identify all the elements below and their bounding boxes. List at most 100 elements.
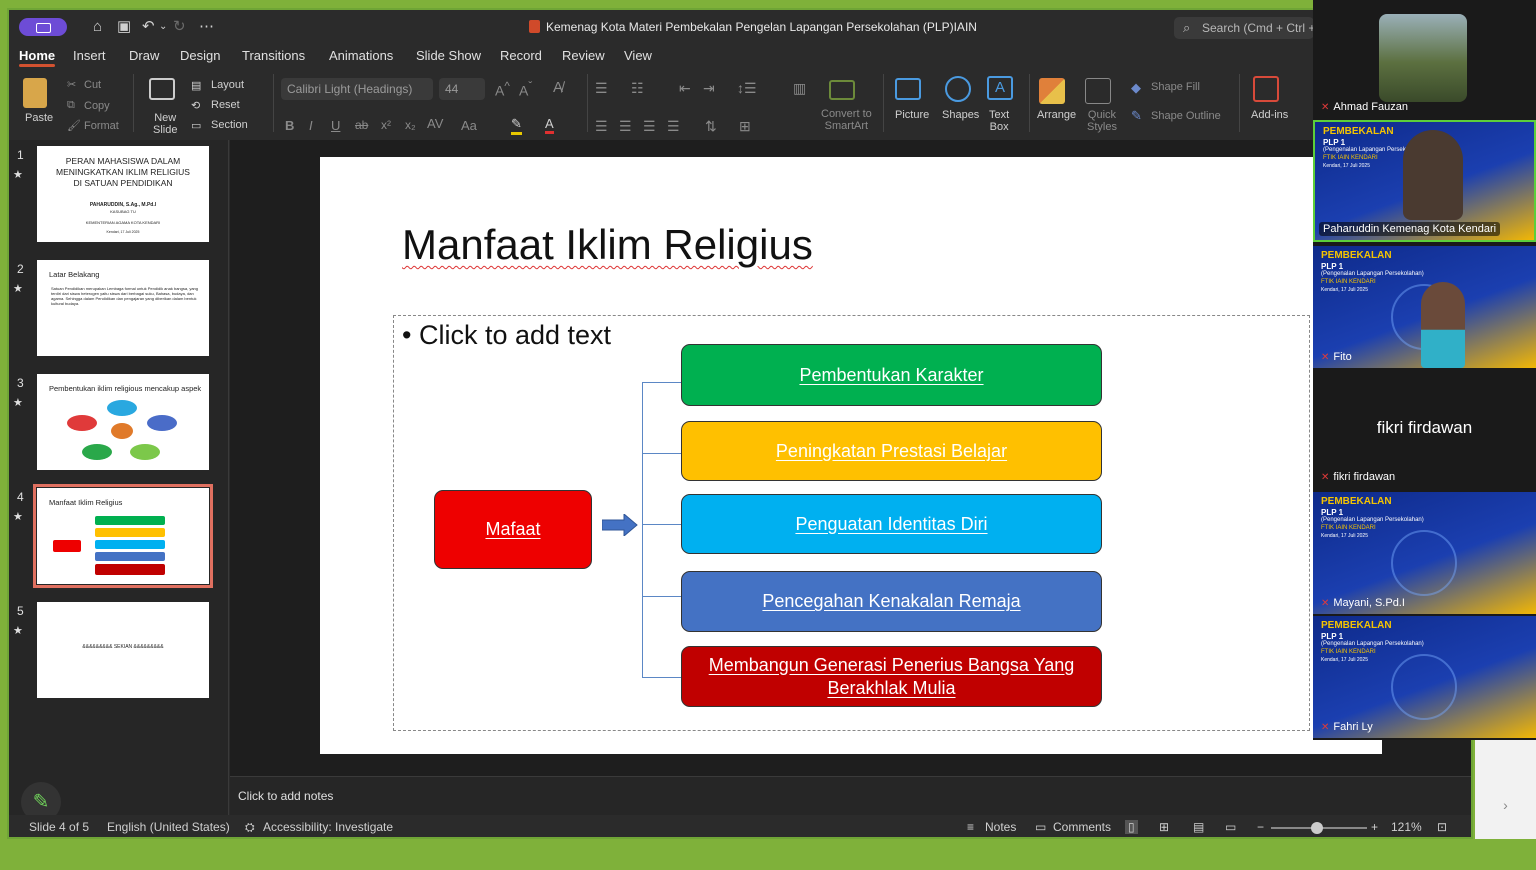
source-box-mafaat[interactable]: Mafaat bbox=[434, 490, 592, 569]
search-input[interactable]: ⌕ Search (Cmd + Ctrl + bbox=[1174, 17, 1314, 39]
align-left-icon[interactable]: ☰ bbox=[595, 118, 608, 135]
cut-button[interactable]: Cut bbox=[84, 79, 101, 91]
zoom-in-icon[interactable]: + bbox=[1371, 820, 1378, 834]
font-name-select[interactable]: Calibri Light (Headings) bbox=[281, 78, 433, 100]
notes-placeholder: Click to add notes bbox=[238, 789, 334, 803]
thumbnail-number: 4 bbox=[17, 490, 24, 504]
shape-outline-button[interactable]: Shape Outline bbox=[1151, 110, 1221, 122]
picture-icon bbox=[895, 78, 921, 100]
tab-animations[interactable]: Animations bbox=[329, 48, 393, 63]
tab-insert[interactable]: Insert bbox=[73, 48, 106, 63]
increase-font-icon[interactable]: A^ bbox=[495, 80, 510, 99]
banner-line4: FTIK IAIN KENDARI bbox=[1321, 525, 1376, 531]
font-color-icon[interactable]: A bbox=[545, 116, 554, 134]
fit-slide-icon[interactable]: ⊡ bbox=[1437, 820, 1447, 834]
slide-thumbnail-5[interactable]: &&&&&&&&& SEKIAN &&&&&&&&& bbox=[37, 602, 209, 698]
slide-thumbnail-1[interactable]: PERAN MAHASISWA DALAM MENINGKATKAN IKLIM… bbox=[37, 146, 209, 242]
line-spacing-icon[interactable]: ↕☰ bbox=[737, 80, 757, 97]
slide-thumbnail-3[interactable]: Pembentukan iklim religious mencakup asp… bbox=[37, 374, 209, 470]
participant-tile[interactable]: ✕ Ahmad Fauzan bbox=[1313, 0, 1536, 118]
character-spacing-icon[interactable]: AV bbox=[427, 116, 443, 131]
save-icon[interactable]: ▣ bbox=[117, 18, 131, 36]
participant-tile-active-speaker[interactable]: PEMBEKALAN PLP 1 (Pengenalan Lapangan Pe… bbox=[1313, 120, 1536, 242]
undo-dropdown-icon[interactable]: ⌄ bbox=[159, 18, 167, 36]
addins-label: Add-ins bbox=[1251, 109, 1289, 121]
slide-sorter-icon[interactable]: ⊞ bbox=[1159, 820, 1169, 834]
zoom-out-icon[interactable]: − bbox=[1257, 820, 1264, 834]
slideshow-view-icon[interactable]: ▭ bbox=[1225, 820, 1236, 834]
underline-icon[interactable]: U bbox=[331, 118, 340, 133]
tab-home[interactable]: Home bbox=[19, 48, 56, 67]
text-direction-icon[interactable]: ⇅ bbox=[705, 118, 717, 135]
reset-button[interactable]: Reset bbox=[211, 99, 240, 111]
decrease-indent-icon[interactable]: ⇤ bbox=[679, 80, 691, 97]
accessibility-status[interactable]: Accessibility: Investigate bbox=[263, 820, 393, 834]
reading-view-icon[interactable]: ▤ bbox=[1193, 820, 1204, 834]
item-box-5[interactable]: Membangun Generasi Penerius Bangsa Yang … bbox=[681, 646, 1102, 707]
zoom-slider-thumb[interactable] bbox=[1311, 822, 1323, 834]
section-button[interactable]: Section bbox=[211, 119, 248, 131]
zoom-level[interactable]: 121% bbox=[1391, 820, 1422, 834]
align-right-icon[interactable]: ☰ bbox=[643, 118, 656, 135]
decrease-font-icon[interactable]: Aˇ bbox=[519, 80, 532, 99]
tab-slide-show[interactable]: Slide Show bbox=[416, 48, 481, 63]
content-placeholder[interactable]: • Click to add text Mafaat Pembentukan K… bbox=[393, 315, 1310, 731]
bullet-placeholder-text[interactable]: • Click to add text bbox=[402, 320, 611, 351]
slide-thumbnail-4[interactable]: Manfaat Iklim Religius bbox=[33, 484, 213, 588]
tab-review[interactable]: Review bbox=[562, 48, 605, 63]
notes-pane[interactable]: Click to add notes bbox=[230, 776, 1471, 815]
layout-button[interactable]: Layout bbox=[211, 79, 244, 91]
item-box-1[interactable]: Pembentukan Karakter bbox=[681, 344, 1102, 406]
redo-icon[interactable]: ↻ bbox=[173, 18, 186, 36]
ribbon-separator bbox=[1029, 74, 1030, 132]
bold-icon[interactable]: B bbox=[285, 118, 294, 133]
normal-view-icon[interactable]: ▯ bbox=[1125, 820, 1138, 834]
item-box-2[interactable]: Peningkatan Prestasi Belajar bbox=[681, 421, 1102, 481]
format-painter-button[interactable]: Format bbox=[84, 120, 119, 132]
tab-transitions[interactable]: Transitions bbox=[242, 48, 305, 63]
participant-tile[interactable]: fikri firdawan ✕ fikri firdawan bbox=[1313, 370, 1536, 488]
item-box-3[interactable]: Penguatan Identitas Diri bbox=[681, 494, 1102, 554]
columns-icon[interactable]: ▥ bbox=[793, 80, 806, 97]
bullets-icon[interactable]: ☰ bbox=[595, 80, 608, 97]
superscript-icon[interactable]: x² bbox=[381, 118, 391, 132]
tab-design[interactable]: Design bbox=[180, 48, 220, 63]
text-box-icon: A bbox=[987, 76, 1013, 100]
align-center-icon[interactable]: ☰ bbox=[619, 118, 632, 135]
tab-record[interactable]: Record bbox=[500, 48, 542, 63]
home-icon[interactable]: ⌂ bbox=[93, 18, 102, 36]
muted-mic-icon: ✕ bbox=[1321, 102, 1330, 113]
copy-button[interactable]: Copy bbox=[84, 100, 110, 112]
more-icon[interactable]: ⋯ bbox=[199, 18, 214, 36]
italic-icon[interactable]: I bbox=[309, 118, 313, 133]
undo-icon[interactable]: ↶ bbox=[142, 18, 155, 36]
page-next-icon[interactable]: › bbox=[1475, 740, 1536, 839]
subscript-icon[interactable]: x₂ bbox=[405, 118, 416, 132]
tab-draw[interactable]: Draw bbox=[129, 48, 159, 63]
reset-icon: ⟲ bbox=[191, 100, 201, 112]
clear-formatting-icon[interactable]: A̸ bbox=[553, 79, 563, 96]
tab-view[interactable]: View bbox=[624, 48, 652, 63]
align-text-icon[interactable]: ⊞ bbox=[739, 118, 751, 135]
participant-tile[interactable]: PEMBEKALAN PLP 1 (Pengenalan Lapangan Pe… bbox=[1313, 246, 1536, 368]
increase-indent-icon[interactable]: ⇥ bbox=[703, 80, 715, 97]
connector-line bbox=[642, 453, 682, 454]
notes-button[interactable]: Notes bbox=[985, 820, 1016, 834]
slide-thumbnail-2[interactable]: Latar Belakang Satuan Pendidikan merupak… bbox=[37, 260, 209, 356]
participant-tile[interactable]: PEMBEKALAN PLP 1 (Pengenalan Lapangan Pe… bbox=[1313, 492, 1536, 614]
participant-tile[interactable]: PEMBEKALAN PLP 1 (Pengenalan Lapangan Pe… bbox=[1313, 616, 1536, 738]
strikethrough-icon[interactable]: ab bbox=[355, 118, 368, 132]
slide-title[interactable]: Manfaat Iklim Religius bbox=[402, 221, 813, 269]
item-box-4[interactable]: Pencegahan Kenakalan Remaja bbox=[681, 571, 1102, 632]
highlight-icon[interactable]: ✎ bbox=[511, 116, 522, 135]
shape-fill-button[interactable]: Shape Fill bbox=[1151, 81, 1200, 93]
justify-icon[interactable]: ☰ bbox=[667, 118, 680, 135]
change-case-icon[interactable]: Aa bbox=[461, 118, 477, 133]
thumbnail-number: 2 bbox=[17, 262, 24, 276]
thumbnail-title: PERAN MAHASISWA DALAM MENINGKATKAN IKLIM… bbox=[56, 156, 190, 188]
language-indicator[interactable]: English (United States) bbox=[107, 820, 230, 834]
numbering-icon[interactable]: ☷ bbox=[631, 80, 644, 97]
comments-button[interactable]: Comments bbox=[1053, 820, 1111, 834]
sidebar-toggle-button[interactable] bbox=[19, 18, 67, 36]
font-size-select[interactable]: 44 bbox=[439, 78, 485, 100]
